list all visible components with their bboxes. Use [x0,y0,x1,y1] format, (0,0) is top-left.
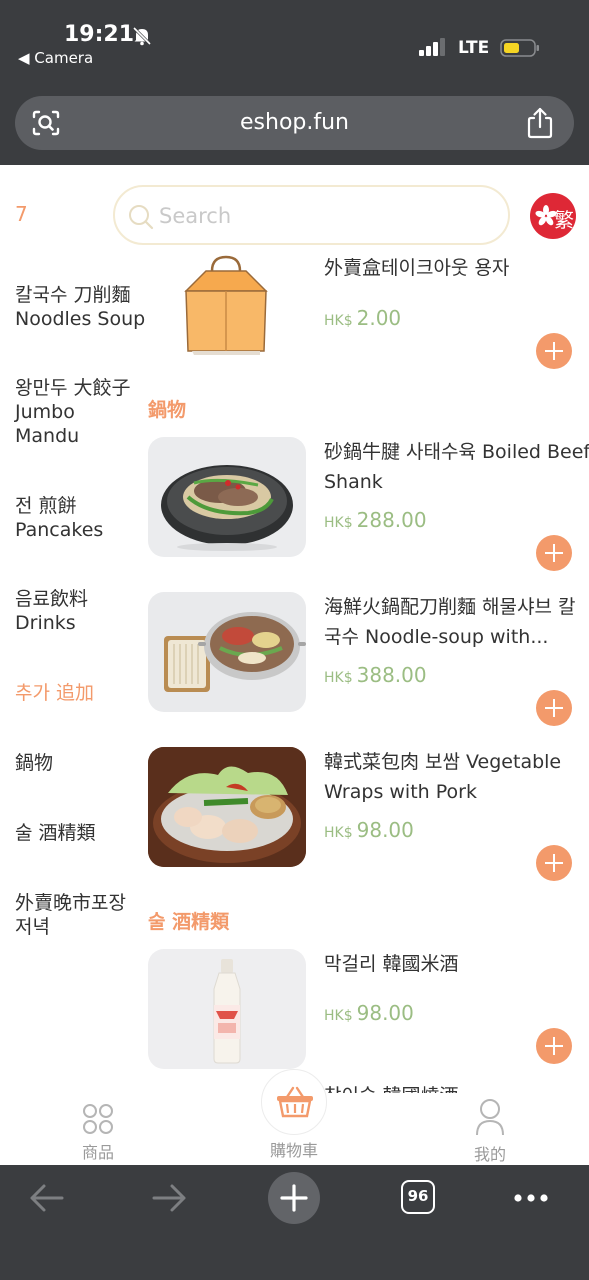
search-icon [129,205,154,230]
bell-off-icon [132,26,152,46]
sidebar-item-extras[interactable]: 추가 追加 [15,681,145,705]
forward-arrow-icon[interactable] [152,1183,188,1213]
sidebar-item-label: 추가 追加 [15,682,94,704]
product-name: 砂鍋牛腱 사태수육 Boiled Beef Shank [324,441,589,493]
sidebar-item-label: 칼국수 刀削麵 [15,284,131,306]
new-tab-button[interactable] [268,1172,320,1224]
section-header-alcohol: 술 酒精類 [148,911,230,933]
sidebar-item-noodles-soup[interactable]: 칼국수 刀削麵 Noodles Soup [15,283,145,331]
app-tab-bar: 商品 購物車 我的 [0,1069,589,1165]
product-name: 外賣盒테이크아웃 용자 [324,257,510,279]
product-image-takeaway-box[interactable] [148,255,306,363]
product-image-bossam[interactable] [148,747,306,867]
network-type: LTE [458,38,490,58]
sidebar-item-jumbo-mandu[interactable]: 왕만두 大餃子 Jumbo Mandu [15,376,145,448]
currency: HK$ [324,825,353,841]
product-price: HK$ 98.00 [324,818,414,842]
product-price: HK$ 388.00 [324,663,427,687]
product-price: HK$ 288.00 [324,508,427,532]
product-price: HK$ 2.00 [324,306,401,330]
tab-label-cart[interactable]: 購物車 [234,1137,354,1161]
sidebar-item-label: 外賣晚市포장 [15,892,126,914]
header-count: 7 [15,202,28,226]
tab-label: 商品 [81,1143,114,1162]
currency: HK$ [324,313,353,329]
battery-icon [500,39,539,57]
cart-button[interactable] [261,1069,327,1135]
cellular-signal-icon [419,38,445,56]
product-name: 막걸리 韓國米酒 [324,953,459,975]
add-to-cart-button[interactable] [536,333,572,369]
category-sidebar: 칼국수 刀削麵 Noodles Soup 왕만두 大餃子 Jumbo Mandu… [0,265,145,1085]
price-value: 288.00 [356,508,427,532]
back-arrow-icon[interactable] [28,1183,64,1213]
tabs-count-button[interactable]: 96 [401,1180,435,1214]
price-value: 98.00 [356,818,414,842]
tab-products[interactable]: 商品 [38,1093,158,1165]
sidebar-item-hotpot[interactable]: 鍋物 [15,751,145,775]
sidebar-item-label: Mandu [15,425,80,447]
product-image-makgeolli[interactable] [148,949,306,1069]
currency: HK$ [324,670,353,686]
add-to-cart-button[interactable] [536,535,572,571]
product-price: HK$ 98.00 [324,1001,414,1025]
status-time: 19:21 [64,22,135,47]
section-header-hotpot: 鍋物 [148,399,187,421]
search-box[interactable] [113,185,510,245]
more-icon[interactable] [513,1193,549,1203]
sidebar-item-drinks[interactable]: 음료飲料 Drinks [15,587,145,635]
product-name: 海鮮火鍋配刀削麵 해물샤브 칼국수 Noodle-soup with... [324,596,576,648]
product-list: 外賣盒테이크아웃 용자 HK$ 2.00 鍋物 砂鍋牛腱 사태수육 Boiled … [145,255,589,1093]
search-input[interactable] [159,201,489,231]
tab-me[interactable]: 我的 [430,1093,550,1165]
sidebar-item-label: 저녁 [15,916,50,938]
add-to-cart-button[interactable] [536,1028,572,1064]
product-image-beef-shank[interactable] [148,437,306,557]
user-icon [476,1099,504,1136]
browser-bottom-toolbar: 96 [0,1165,589,1280]
sidebar-item-label: Jumbo [15,401,75,423]
sidebar-item-takeaway-dinner[interactable]: 外賣晚市포장 저녁 [15,891,145,939]
sidebar-item-label: Noodles Soup [15,308,145,330]
currency: HK$ [324,1008,353,1024]
language-label: 繁 [554,208,574,232]
url-text: eshop.fun [240,110,349,135]
sidebar-item-label: Pancakes [15,519,104,541]
sidebar-item-label: Drinks [15,612,76,634]
sidebar-item-label: 음료飲料 [15,588,88,610]
tab-label: 我的 [473,1145,506,1164]
share-icon[interactable] [525,106,555,140]
address-bar[interactable]: eshop.fun [15,96,574,150]
sidebar-item-label: 鍋物 [15,752,54,774]
plus-icon [280,1184,308,1212]
browser-top-chrome: 19:21 ◀ Camera LTE eshop.fun [0,0,589,165]
price-value: 2.00 [356,306,402,330]
sidebar-item-label: 술 酒精類 [15,822,96,844]
sidebar-item-label: 왕만두 大餃子 [15,377,131,399]
add-to-cart-button[interactable] [536,690,572,726]
add-to-cart-button[interactable] [536,845,572,881]
sidebar-item-alcohol[interactable]: 술 酒精類 [15,821,145,845]
product-name: 韓式菜包肉 보쌈 Vegetable Wraps with Pork [324,751,562,803]
language-switch-button[interactable]: 繁 [530,193,576,239]
back-to-camera-link[interactable]: ◀ Camera [18,49,93,67]
currency: HK$ [324,515,353,531]
price-value: 388.00 [356,663,427,687]
basket-icon [277,1086,313,1118]
product-name: 참이슬 韓國燒酒 [324,1081,589,1093]
grid-icon [83,1104,113,1134]
sidebar-item-label: 전 煎餅 [15,495,77,517]
price-value: 98.00 [356,1001,414,1025]
sidebar-item-pancakes[interactable]: 전 煎餅 Pancakes [15,494,145,542]
product-image-seafood-hotpot[interactable] [148,592,306,712]
